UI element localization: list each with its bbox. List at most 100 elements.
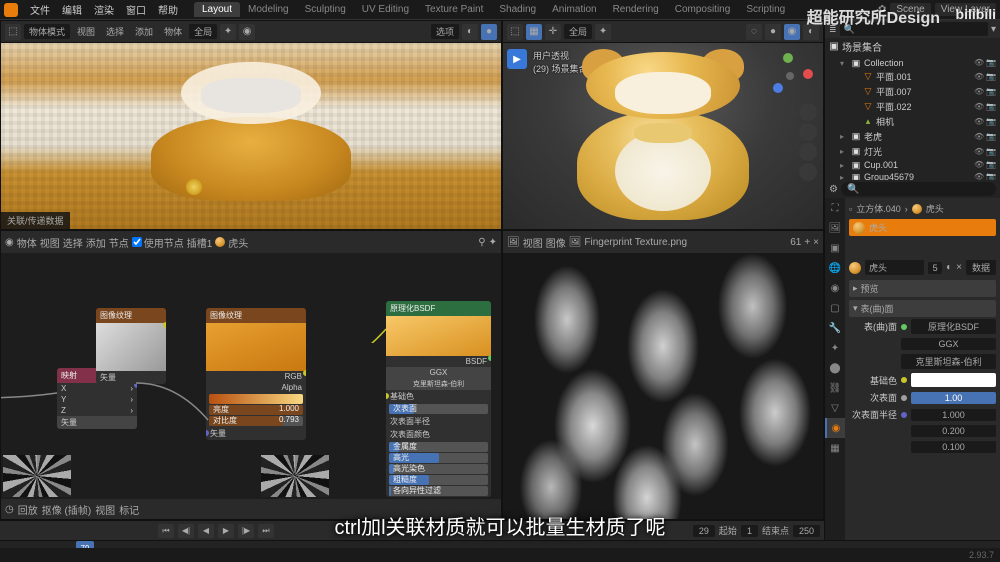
subsurf-radius-y[interactable]: 0.200: [911, 425, 996, 437]
outliner-item[interactable]: ▸▣Group45679👁📷: [825, 171, 1000, 180]
editor-type-icon[interactable]: ⬚: [507, 24, 523, 40]
tab-particle-icon[interactable]: ✦: [825, 338, 845, 358]
img-menu-image[interactable]: 图像: [546, 235, 566, 250]
viewport-body[interactable]: 关联/传递数据: [1, 43, 501, 229]
snap-icon[interactable]: ✦: [595, 24, 611, 40]
surface-section-header[interactable]: ▾表(曲)面: [849, 300, 996, 317]
tab-rendering[interactable]: Rendering: [605, 2, 667, 17]
node-canvas[interactable]: 映射 X› Y› Z› 矢量 图像纹理 矢量 图像纹理 RGB Alpha: [1, 253, 501, 499]
outliner-item[interactable]: ▸▣老虎👁📷: [825, 129, 1000, 144]
tab-texpaint[interactable]: Texture Paint: [417, 2, 491, 17]
shading-wireframe-icon[interactable]: ◌: [746, 24, 762, 40]
ne-menu-view[interactable]: 视图: [40, 235, 60, 250]
surface-shader-dropdown[interactable]: 原理化BSDF: [911, 319, 996, 334]
tab-material-icon[interactable]: ◉: [825, 418, 845, 438]
filter-icon[interactable]: ▾: [991, 24, 996, 35]
shading-rendered-icon[interactable]: ●: [481, 24, 497, 40]
disable-render-icon[interactable]: 📷: [986, 58, 996, 68]
disable-render-icon[interactable]: 📷: [986, 117, 996, 127]
vp-menu-object[interactable]: 物体: [160, 25, 186, 38]
ne-menu-add[interactable]: 添加: [86, 235, 106, 250]
hide-viewport-icon[interactable]: 👁: [974, 160, 984, 170]
tab-animation[interactable]: Animation: [544, 2, 604, 17]
new-image-icon[interactable]: +: [804, 237, 810, 248]
material-users-count[interactable]: 5: [928, 262, 942, 274]
image-users[interactable]: 61: [790, 237, 801, 248]
outliner-item[interactable]: ▾▣Collection👁📷: [825, 57, 1000, 69]
footer-view[interactable]: 视图: [95, 502, 115, 517]
tab-layout[interactable]: Layout: [194, 2, 240, 17]
tab-render-icon[interactable]: ⛶: [825, 198, 845, 218]
hide-viewport-icon[interactable]: 👁: [974, 87, 984, 97]
tab-world-icon[interactable]: ◉: [825, 278, 845, 298]
material-slot[interactable]: 虎头: [849, 219, 996, 236]
tab-compositing[interactable]: Compositing: [667, 2, 739, 17]
hide-viewport-icon[interactable]: 👁: [974, 102, 984, 112]
vp-menu-add[interactable]: 添加: [131, 25, 157, 38]
tab-modeling[interactable]: Modeling: [240, 2, 297, 17]
disable-render-icon[interactable]: 📷: [986, 132, 996, 142]
mode-dropdown[interactable]: 物体模式: [24, 24, 70, 39]
disable-render-icon[interactable]: 📷: [986, 147, 996, 157]
keyframe-next-icon[interactable]: |▶︎: [238, 524, 254, 538]
scene-dropdown[interactable]: Scene: [890, 3, 930, 16]
tab-constraint-icon[interactable]: ⛓: [825, 378, 845, 398]
material-dropdown[interactable]: 虎头: [215, 235, 248, 250]
ne-menu-node[interactable]: 节点: [109, 235, 129, 250]
character-model[interactable]: [567, 52, 759, 219]
perspective-icon[interactable]: [799, 163, 817, 181]
image-dropdown[interactable]: 🖼 Fingerprint Texture.png: [569, 237, 787, 248]
snap-icon[interactable]: ✦: [489, 237, 497, 248]
img-menu-view[interactable]: 视图: [523, 235, 543, 250]
tab-scripting[interactable]: Scripting: [738, 2, 793, 17]
viewport-body-2[interactable]: ▶ 用户透视 (29) 场景集合 | 立方体.040: [503, 43, 823, 229]
cursor-tool-icon[interactable]: ✛: [545, 24, 561, 40]
tab-output-icon[interactable]: 🖼: [825, 218, 845, 238]
ne-menu-select[interactable]: 选择: [63, 235, 83, 250]
tab-texture-icon[interactable]: ▦: [825, 438, 845, 458]
tab-viewlayer-icon[interactable]: ▣: [825, 238, 845, 258]
current-frame-field[interactable]: 29: [693, 525, 715, 537]
camera-view-icon[interactable]: [799, 143, 817, 161]
disable-render-icon[interactable]: 📷: [986, 172, 996, 180]
hide-viewport-icon[interactable]: 👁: [974, 117, 984, 127]
node-principled-bsdf[interactable]: 原理化BSDF BSDF GGX 克里斯坦森-伯利 基础色 次表面 次表面半径 …: [386, 301, 491, 497]
overlay-icon[interactable]: ◐: [462, 24, 478, 40]
material-new-icon[interactable]: ◐: [946, 262, 952, 273]
use-nodes-checkbox[interactable]: [132, 237, 142, 247]
play-reverse-icon[interactable]: ◀: [198, 524, 214, 538]
jump-start-icon[interactable]: ⏮: [158, 524, 174, 538]
outliner-item[interactable]: ▴相机👁📷: [825, 114, 1000, 129]
timeline-type-icon[interactable]: ◷: [5, 504, 14, 515]
gizmo-x-axis[interactable]: [803, 69, 813, 79]
material-link-dropdown[interactable]: 数据: [966, 260, 996, 275]
outliner-item[interactable]: ▸▣Cup.001👁📷: [825, 159, 1000, 171]
tab-sculpting[interactable]: Sculpting: [297, 2, 354, 17]
shader-type-dropdown[interactable]: 物体: [17, 235, 37, 250]
tab-object-icon[interactable]: ▢: [825, 298, 845, 318]
tab-shading[interactable]: Shading: [491, 2, 544, 17]
menu-file[interactable]: 文件: [24, 2, 56, 17]
disable-render-icon[interactable]: 📷: [986, 102, 996, 112]
gizmo-z-axis[interactable]: [773, 83, 783, 93]
navigation-gizmo[interactable]: [765, 51, 815, 101]
menu-help[interactable]: 帮助: [152, 2, 184, 17]
playback-dropdown[interactable]: 回放: [18, 502, 38, 517]
play-icon[interactable]: ▶: [218, 524, 234, 538]
options-dropdown[interactable]: 选项: [431, 24, 459, 39]
vp-menu-select[interactable]: 选择: [102, 25, 128, 38]
tab-physics-icon[interactable]: ⬤: [825, 358, 845, 378]
outliner-item[interactable]: ▽平面.007👁📷: [825, 84, 1000, 99]
operator-panel[interactable]: 关联/传递数据: [1, 212, 70, 229]
outliner-item[interactable]: ▸▣灯光👁📷: [825, 144, 1000, 159]
node-image-texture-2[interactable]: 图像纹理 RGB Alpha 亮度1.000 对比度0.793 矢量: [206, 308, 306, 440]
jump-end-icon[interactable]: ⏭: [258, 524, 274, 538]
keying-dropdown[interactable]: 抠像 (插帧): [42, 502, 91, 517]
shading-rendered-icon[interactable]: ◐: [803, 24, 819, 40]
scene-collection-root[interactable]: ▣ 场景集合: [825, 38, 1000, 55]
node-image-texture-1[interactable]: 图像纹理 矢量: [96, 308, 166, 384]
disable-render-icon[interactable]: 📷: [986, 87, 996, 97]
keyframe-prev-icon[interactable]: ◀︎|: [178, 524, 194, 538]
select-box-icon[interactable]: ▦: [526, 24, 542, 40]
outliner-type-icon[interactable]: ≣: [829, 24, 837, 35]
